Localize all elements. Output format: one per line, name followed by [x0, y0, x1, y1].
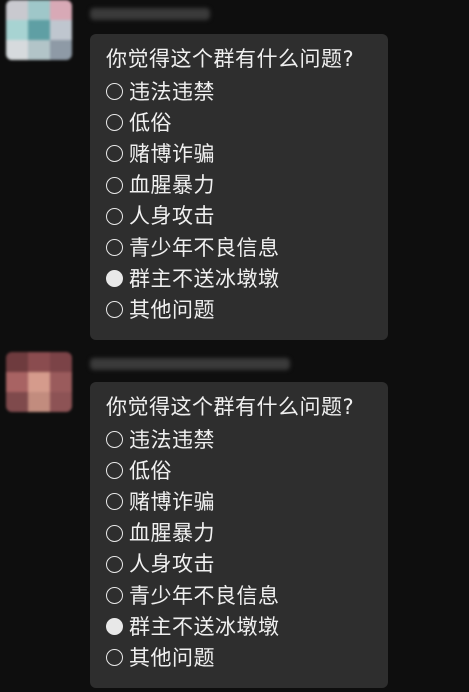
avatar[interactable]: [6, 0, 72, 60]
poll-option[interactable]: 群主不送冰墩墩: [106, 611, 388, 642]
poll-option[interactable]: 青少年不良信息: [106, 580, 388, 611]
poll-option-label: 群主不送冰墩墩: [129, 266, 280, 291]
radio-unchecked-icon[interactable]: [106, 207, 123, 225]
poll-option[interactable]: 其他问题: [106, 294, 388, 325]
poll-option-label: 青少年不良信息: [129, 583, 280, 608]
radio-unchecked-icon[interactable]: [106, 555, 123, 573]
poll-option[interactable]: 青少年不良信息: [106, 232, 388, 263]
poll-options: 违法违禁低俗赌博诈骗血腥暴力人身攻击青少年不良信息 群主不送冰墩墩 其他问题: [106, 76, 388, 326]
poll-option[interactable]: 人身攻击: [106, 549, 388, 580]
radio-unchecked-icon[interactable]: [106, 524, 123, 542]
radio-checked-icon[interactable]: [106, 270, 123, 288]
radio-unchecked-icon[interactable]: [106, 145, 123, 163]
poll-option[interactable]: 人身攻击: [106, 201, 388, 232]
poll-question: 你觉得这个群有什么问题?: [106, 395, 355, 419]
poll-option-label: 违法违禁: [129, 79, 215, 104]
poll-option[interactable]: 群主不送冰墩墩: [106, 263, 388, 294]
radio-unchecked-icon[interactable]: [106, 83, 123, 101]
radio-unchecked-icon[interactable]: [106, 239, 123, 257]
poll-options: 违法违禁低俗赌博诈骗血腥暴力人身攻击青少年不良信息 群主不送冰墩墩 其他问题: [106, 424, 388, 674]
poll-option-label: 人身攻击: [129, 552, 215, 577]
poll-option[interactable]: 低俗: [106, 455, 388, 486]
poll-option[interactable]: 违法违禁: [106, 424, 388, 455]
poll-option-label: 低俗: [129, 110, 172, 135]
poll-option-label: 赌博诈骗: [129, 489, 215, 514]
poll-option-label: 人身攻击: [129, 204, 215, 229]
radio-unchecked-icon[interactable]: [106, 493, 123, 511]
poll-question: 你觉得这个群有什么问题?: [106, 47, 355, 71]
radio-unchecked-icon[interactable]: [106, 114, 123, 132]
sender-name: [90, 358, 290, 370]
radio-unchecked-icon[interactable]: [106, 462, 123, 480]
poll-option[interactable]: 违法违禁: [106, 76, 388, 107]
poll-option[interactable]: 血腥暴力: [106, 518, 388, 549]
radio-unchecked-icon[interactable]: [106, 649, 123, 667]
radio-unchecked-icon[interactable]: [106, 587, 123, 605]
poll-option-label: 血腥暴力: [129, 521, 215, 546]
radio-checked-icon[interactable]: [106, 618, 123, 636]
radio-unchecked-icon[interactable]: [106, 431, 123, 449]
poll-option-label: 低俗: [129, 458, 172, 483]
poll-option-label: 群主不送冰墩墩: [129, 614, 280, 639]
chat-message-2: 你觉得这个群有什么问题? 违法违禁低俗赌博诈骗血腥暴力人身攻击青少年不良信息 群主…: [0, 352, 469, 692]
poll-card: 你觉得这个群有什么问题? 违法违禁低俗赌博诈骗血腥暴力人身攻击青少年不良信息 群主…: [90, 382, 388, 688]
poll-option-label: 血腥暴力: [129, 173, 215, 198]
poll-option-label: 违法违禁: [129, 427, 215, 452]
radio-unchecked-icon[interactable]: [106, 176, 123, 194]
poll-option[interactable]: 赌博诈骗: [106, 138, 388, 169]
chat-message-1: 你觉得这个群有什么问题? 违法违禁低俗赌博诈骗血腥暴力人身攻击青少年不良信息 群主…: [0, 0, 469, 340]
poll-option[interactable]: 低俗: [106, 107, 388, 138]
avatar[interactable]: [6, 352, 72, 412]
poll-option-label: 其他问题: [129, 645, 215, 670]
poll-option-label: 青少年不良信息: [129, 235, 280, 260]
poll-option[interactable]: 赌博诈骗: [106, 486, 388, 517]
poll-option-label: 其他问题: [129, 297, 215, 322]
poll-card: 你觉得这个群有什么问题? 违法违禁低俗赌博诈骗血腥暴力人身攻击青少年不良信息 群主…: [90, 34, 388, 340]
sender-name: [90, 8, 210, 20]
radio-unchecked-icon[interactable]: [106, 301, 123, 319]
poll-option[interactable]: 血腥暴力: [106, 170, 388, 201]
poll-option-label: 赌博诈骗: [129, 141, 215, 166]
poll-option[interactable]: 其他问题: [106, 642, 388, 673]
